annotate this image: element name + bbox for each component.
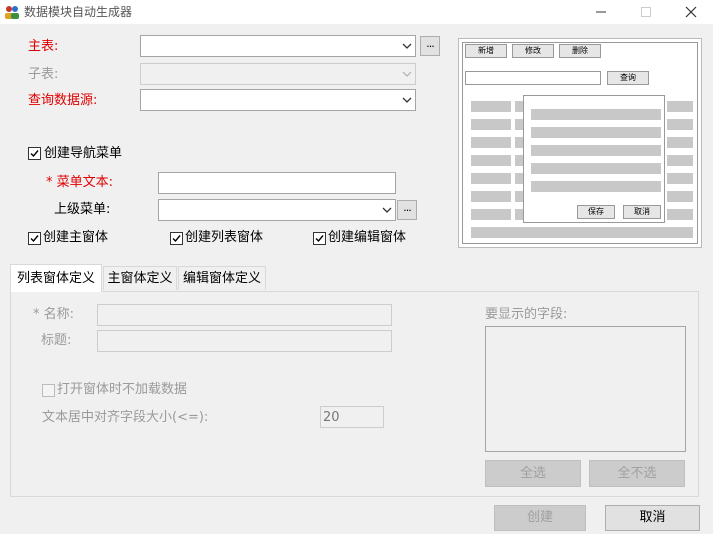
preview-grid-row [471,101,511,112]
preview-dialog-field [531,163,661,174]
preview-grid-row [667,101,693,112]
minimize-button[interactable] [578,0,624,24]
close-button[interactable] [668,0,713,24]
maximize-icon [641,7,651,17]
preview-grid-row [667,119,693,130]
preview-grid-row [471,155,511,166]
create-nav-menu-checkbox[interactable] [28,147,41,160]
preview-grid-row [515,101,523,112]
name-input[interactable] [97,304,392,326]
child-table-combo[interactable] [140,63,416,85]
preview-save-button: 保存 [577,205,615,219]
chevron-down-icon[interactable] [398,90,415,110]
preview-dialog-field [531,127,661,138]
master-table-browse-button[interactable]: ... [420,36,440,56]
create-main-form-label: 创建主窗体 [43,230,109,245]
preview-grid-row [471,137,511,148]
preview-delete-button: 删除 [559,44,601,58]
chevron-down-icon[interactable] [378,200,395,220]
fields-list[interactable] [485,326,686,452]
center-align-input[interactable]: 20 [320,406,384,428]
no-load-label: 打开窗体时不加载数据 [57,382,188,397]
master-table-combo[interactable] [140,35,416,57]
create-main-form-checkbox[interactable] [28,232,41,245]
create-edit-form-checkbox[interactable] [313,232,326,245]
tab-edit-form[interactable]: 编辑窗体定义 [178,266,266,290]
fields-label: 要显示的字段: [485,307,568,322]
tab-main-form[interactable]: 主窗体定义 [103,266,177,290]
preview-dialog-field [531,181,661,192]
title-label: 标题: [41,333,72,348]
master-table-label: 主表: [28,39,59,54]
center-align-value: 20 [323,410,340,425]
select-all-button[interactable]: 全选 [485,460,581,487]
preview-cancel-button: 取消 [623,205,661,219]
chevron-down-icon[interactable] [398,64,415,84]
preview-grid-row [667,191,693,202]
tab-panel: * 名称: 标题: 打开窗体时不加载数据 文本居中对齐字段大小(<=): 20 … [10,291,699,497]
parent-menu-combo[interactable] [158,199,396,221]
preview-search-input [465,71,601,85]
create-list-form-label: 创建列表窗体 [185,230,264,245]
check-icon [315,235,324,243]
app-icon [4,4,20,20]
preview-grid-row [515,137,523,148]
preview-grid-row [515,119,523,130]
preview-grid-row [667,155,693,166]
child-table-label: 子表: [28,67,59,82]
maximize-button[interactable] [623,0,669,24]
preview-grid-row [667,173,693,184]
center-align-label: 文本居中对齐字段大小(<=): [42,410,209,425]
chevron-down-icon[interactable] [398,36,415,56]
create-button[interactable]: 创建 [494,505,586,531]
create-nav-menu-label: 创建导航菜单 [44,146,123,161]
layout-preview: 新增 修改 删除 查询 保存 取消 [458,38,702,248]
preview-grid-row [471,173,511,184]
name-label: * 名称: [33,307,75,322]
window-title: 数据模块自动生成器 [24,5,133,19]
preview-grid-row [471,209,511,220]
close-icon [685,6,697,18]
menu-text-label: * 菜单文本: [46,175,114,190]
preview-grid-row [515,155,523,166]
preview-grid-row [515,191,523,202]
no-load-checkbox[interactable] [42,384,55,397]
check-icon [172,235,181,243]
minimize-icon [596,11,606,13]
preview-grid-row [667,209,693,220]
check-icon [30,150,39,158]
cancel-button[interactable]: 取消 [605,505,700,531]
title-bar: 数据模块自动生成器 [0,0,713,24]
menu-text-input[interactable] [158,172,396,194]
title-input[interactable] [97,330,392,352]
preview-query-button: 查询 [607,71,649,85]
preview-dialog-field [531,145,661,156]
preview-grid-row [471,191,511,202]
create-edit-form-label: 创建编辑窗体 [328,230,407,245]
tab-list-form[interactable]: 列表窗体定义 [10,264,102,292]
preview-new-button: 新增 [465,44,507,58]
preview-grid-row [471,227,693,238]
preview-grid-row [515,173,523,184]
parent-menu-label: 上级菜单: [54,202,111,217]
query-source-label: 查询数据源: [28,93,98,108]
query-source-combo[interactable] [140,89,416,111]
parent-menu-browse-button[interactable]: ... [397,200,417,220]
create-list-form-checkbox[interactable] [170,232,183,245]
preview-grid-row [471,119,511,130]
check-icon [30,235,39,243]
preview-grid-row [515,209,523,220]
preview-grid-row [667,137,693,148]
preview-edit-button: 修改 [512,44,554,58]
preview-dialog-field [531,109,661,120]
select-none-button[interactable]: 全不选 [589,460,685,487]
